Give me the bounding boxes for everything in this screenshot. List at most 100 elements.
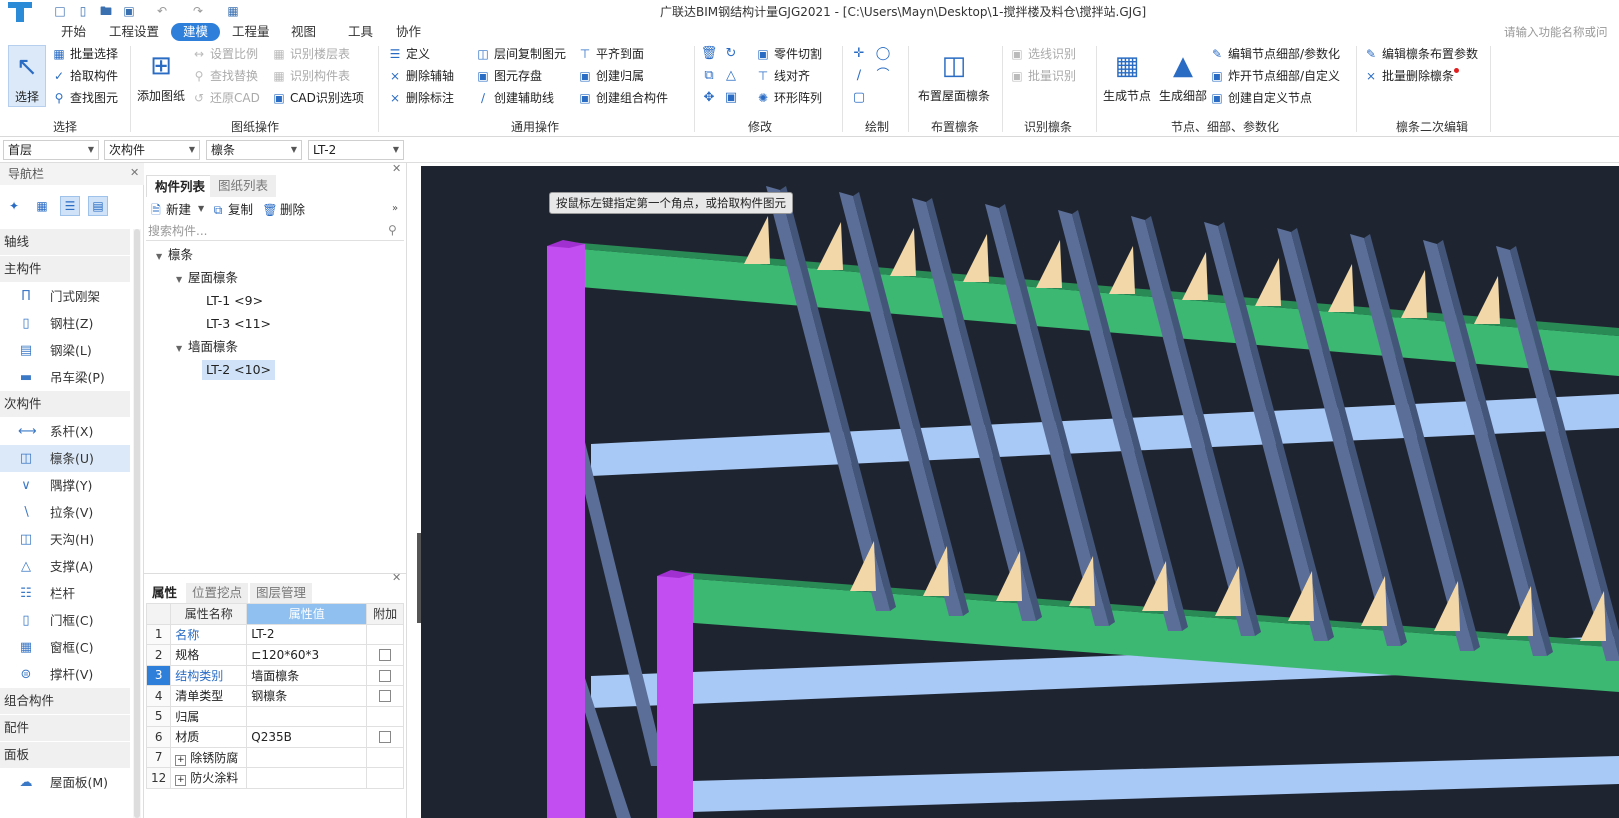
select-line-recognize-button[interactable]: ▣ 选线识别 [1008,44,1076,64]
mirror-icon[interactable]: △ [722,67,740,85]
menu-project-settings[interactable]: 工程设置 [103,23,165,41]
nav-item-corner-brace[interactable]: ∨ 隅撑(Y) [0,472,130,499]
bracket[interactable] [890,228,916,276]
nav-item-door-frame[interactable]: ▯ 门框(C) [0,607,130,634]
nav-category-combined[interactable]: 组合构件 [0,688,130,714]
tab-properties[interactable]: 属性 [146,583,184,603]
create-aux-line-button[interactable]: ∕ 创建辅助线 [474,88,554,108]
delete-component-button[interactable]: 🗑 删除 [262,200,305,220]
nav-item-steel-beam[interactable]: ▤ 钢梁(L) [0,337,130,364]
table-row[interactable]: 4 清单类型 钢檩条 [145,685,404,707]
line-draw-icon[interactable]: ∕ [850,67,868,85]
create-custom-node-button[interactable]: ▣ 创建自定义节点 [1208,88,1312,108]
menu-tools[interactable]: 工具 [342,23,379,41]
checkbox[interactable] [379,649,392,662]
pin-icon[interactable]: ✦ [4,196,24,216]
tree-node-roof-purlin[interactable]: ▼ 屋面檩条 [176,268,238,288]
close-icon[interactable]: ✕ [130,166,139,179]
rotate-icon[interactable]: ↻ [722,45,740,63]
nav-item-support[interactable]: △ 支撑(A) [0,553,130,580]
point-draw-icon[interactable]: ✛ [850,45,868,63]
component-name-select[interactable]: LT-2 ▼ [308,140,404,160]
create-combined-component-button[interactable]: ▣ 创建组合构件 [576,88,668,108]
delete-icon[interactable]: 🗑 [700,45,718,63]
find-replace-button[interactable]: ⚲ 查找替换 [190,66,258,86]
copy-icon[interactable]: ⧉ [700,67,718,85]
menu-start[interactable]: 开始 [55,23,92,41]
line-align-button[interactable]: ⊤ 线对齐 [754,66,810,86]
nav-item-tie-bar[interactable]: ⟷ 系杆(X) [0,418,130,445]
nav-item-window-frame[interactable]: ▦ 窗框(C) [0,634,130,661]
tab-position-dig[interactable]: 位置挖点 [186,583,249,603]
function-search-input[interactable]: 请输入功能名称或问 [1500,22,1619,42]
circle-draw-icon[interactable]: ◯ [874,45,892,63]
undo-icon[interactable]: ↶ [154,3,170,19]
grid-view-icon[interactable]: ▦ [32,196,52,216]
select-button[interactable]: ↖ 选择 [8,45,46,107]
checkbox[interactable] [379,690,392,703]
restore-cad-button[interactable]: ↺ 还原CAD [190,88,260,108]
explode-node-detail-button[interactable]: ▣ 炸开节点细部/自定义 [1208,66,1340,86]
new-file-icon[interactable]: □ [52,3,68,19]
nav-category-panel[interactable]: 面板 [0,742,130,768]
nav-item-strut[interactable]: ⊜ 撑杆(V) [0,661,130,688]
expand-icon[interactable]: + [175,775,187,787]
bracket[interactable] [963,234,989,282]
create-belonging-button[interactable]: ▣ 创建归属 [576,66,644,86]
menu-modeling[interactable]: 建模 [171,23,221,41]
bracket[interactable] [1036,240,1062,288]
set-scale-button[interactable]: ↔ 设置比例 [190,44,258,64]
delete-dimension-button[interactable]: ⨯ 删除标注 [386,88,454,108]
generate-detail-button[interactable]: ▲ 生成细部 [1156,45,1210,107]
table-row[interactable]: 6 材质 Q235B [145,726,404,748]
close-icon[interactable]: ✕ [392,571,401,584]
nav-item-purlin[interactable]: ◫ 檩条(U) [0,445,130,472]
pick-component-button[interactable]: ✓ 拾取构件 [50,66,118,86]
table-row[interactable]: 3 结构类别 墙面檩条 [145,664,404,686]
tab-drawing-list[interactable]: 图纸列表 [210,175,277,197]
define-button[interactable]: ☰ 定义 [386,44,430,64]
delete-aux-axis-button[interactable]: ⨯ 删除辅轴 [386,66,454,86]
table-row[interactable]: 12 + 防火涂料 [145,767,404,789]
detail-view-icon[interactable]: ▤ [88,196,108,216]
table-row[interactable]: 7 + 除锈防腐 [145,746,404,768]
menu-collaborate[interactable]: 协作 [390,23,427,41]
bracket[interactable] [1255,258,1281,306]
bracket[interactable] [744,216,770,264]
structure-model[interactable] [421,166,1619,818]
part-cut-button[interactable]: ▣ 零件切割 [754,44,822,64]
panel-splitter[interactable] [407,163,421,818]
edit-purlin-params-button[interactable]: ✎ 编辑檩条布置参数 [1362,44,1478,64]
copy-between-floors-button[interactable]: ◫ 层间复制图元 [474,44,566,64]
tree-node-purlin[interactable]: ▼ 檩条 [156,245,193,265]
batch-delete-purlin-button[interactable]: ⨯ 批量删除檩条 [1362,66,1454,86]
nav-category-fittings[interactable]: 配件 [0,715,130,741]
recognize-floor-table-button[interactable]: ▦ 识别楼层表 [270,44,350,64]
nav-item-gutter[interactable]: ◫ 天沟(H) [0,526,130,553]
nav-category-main[interactable]: 主构件 [0,256,130,282]
layout-roof-purlin-button[interactable]: ◫ 布置屋面檩条 [914,45,994,107]
add-drawing-button[interactable]: ⊞ 添加图纸 [136,45,186,107]
open-folder-icon[interactable]: 🖿 [98,3,114,19]
arc-draw-icon[interactable]: ⌒ [874,67,892,85]
tree-node-wall-purlin[interactable]: ▼ 墙面檩条 [176,337,238,357]
tab-layer-management[interactable]: 图层管理 [250,583,313,603]
tree-item-lt2[interactable]: LT-2 <10> [202,360,276,380]
bracket[interactable] [1474,276,1500,324]
bracket[interactable] [1182,252,1208,300]
checkbox[interactable] [379,669,392,682]
expand-icon[interactable]: + [175,754,187,766]
nav-item-roof-panel[interactable]: ☁ 屋面板(M) [0,769,130,796]
nav-item-steel-column[interactable]: ▯ 钢柱(Z) [0,310,130,337]
save-icon[interactable]: ▣ [121,3,137,19]
batch-select-button[interactable]: ▦ 批量选择 [50,44,118,64]
tree-item-lt1[interactable]: LT-1 <9> [206,291,263,311]
menu-view[interactable]: 视图 [285,23,322,41]
generate-node-button[interactable]: ▦ 生成节点 [1100,45,1154,107]
edit-node-detail-button[interactable]: ✎ 编辑节点细部/参数化 [1208,44,1340,64]
nav-item-tension-rod[interactable]: ∖ 拉条(V) [0,499,130,526]
new-component-button[interactable]: 🗎 新建 [148,200,191,220]
nav-item-portal-frame[interactable]: Π 门式刚架 [0,283,130,310]
nav-item-crane-beam[interactable]: ▬ 吊车梁(P) [0,364,130,391]
component-category-select[interactable]: 次构件 ▼ [104,140,200,160]
